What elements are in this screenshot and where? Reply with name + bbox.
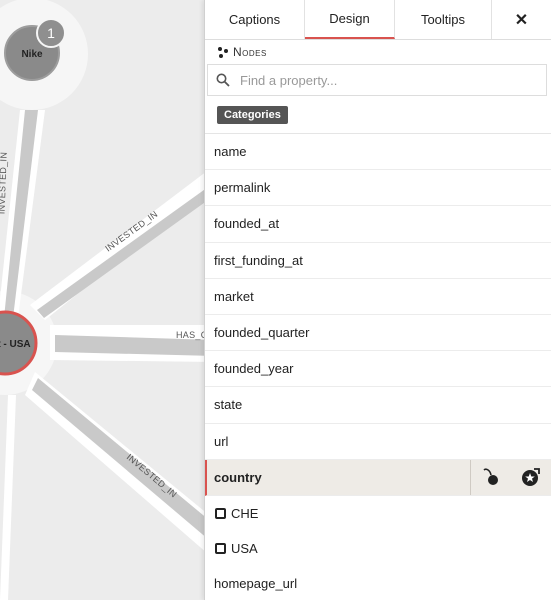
rel-label-3: HAS_C — [176, 330, 208, 340]
color-brush-icon — [483, 468, 498, 486]
property-item-name[interactable]: name — [205, 134, 551, 171]
property-item-first-funding-at[interactable]: first_funding_at — [205, 243, 551, 279]
property-item-founded-year[interactable]: founded_year — [205, 351, 551, 388]
icon-picker-button[interactable] — [511, 466, 551, 488]
property-item-homepage-url[interactable]: homepage_url — [205, 566, 551, 600]
checkbox-che[interactable] — [215, 507, 226, 519]
node-usa-label: t - USA — [0, 339, 31, 350]
close-icon: ✕ — [514, 11, 529, 29]
property-item-market[interactable]: market — [205, 279, 551, 315]
search-input[interactable] — [240, 72, 546, 88]
property-item-permalink[interactable]: permalink — [205, 170, 551, 207]
value-option-usa[interactable]: USA — [205, 531, 551, 566]
tab-captions[interactable]: Captions — [205, 0, 305, 39]
value-label-usa: USA — [231, 540, 258, 556]
rel-band-5 — [0, 395, 16, 600]
panel-tabs: Captions Design Tooltips ✕ — [205, 0, 551, 40]
property-search — [207, 64, 547, 96]
section-label: Nodes — [233, 45, 267, 59]
property-item-founded-at[interactable]: founded_at — [205, 206, 551, 243]
node-nike-badge-count: 1 — [47, 25, 55, 41]
selected-property-label: country — [214, 469, 262, 485]
property-item-country[interactable]: country — [205, 459, 551, 496]
value-option-che[interactable]: CHE — [205, 496, 551, 531]
color-picker-button[interactable] — [471, 466, 511, 488]
close-button[interactable]: ✕ — [492, 0, 551, 39]
category-row: Categories — [205, 96, 551, 134]
rel-line-2 — [37, 182, 215, 318]
section-header: Nodes — [205, 40, 551, 64]
badge-star-icon — [522, 468, 540, 487]
property-item-founded-quarter[interactable]: founded_quarter — [205, 315, 551, 352]
design-panel: Captions Design Tooltips ✕ Nodes Categor… — [204, 0, 551, 600]
rel-line-4 — [32, 378, 215, 545]
value-label-che: CHE — [231, 505, 259, 521]
node-nike-label: Nike — [21, 49, 43, 60]
property-actions — [470, 459, 551, 495]
search-icon — [216, 73, 230, 87]
property-list: name permalink founded_at first_funding_… — [205, 134, 551, 600]
property-item-state[interactable]: state — [205, 387, 551, 424]
categories-badge[interactable]: Categories — [217, 105, 288, 124]
property-item-url[interactable]: url — [205, 424, 551, 460]
nodes-icon — [218, 47, 228, 58]
checkbox-usa[interactable] — [215, 542, 226, 554]
tab-design[interactable]: Design — [305, 0, 395, 39]
tab-tooltips[interactable]: Tooltips — [395, 0, 492, 39]
rel-label-1: INVESTED_IN — [0, 152, 9, 215]
